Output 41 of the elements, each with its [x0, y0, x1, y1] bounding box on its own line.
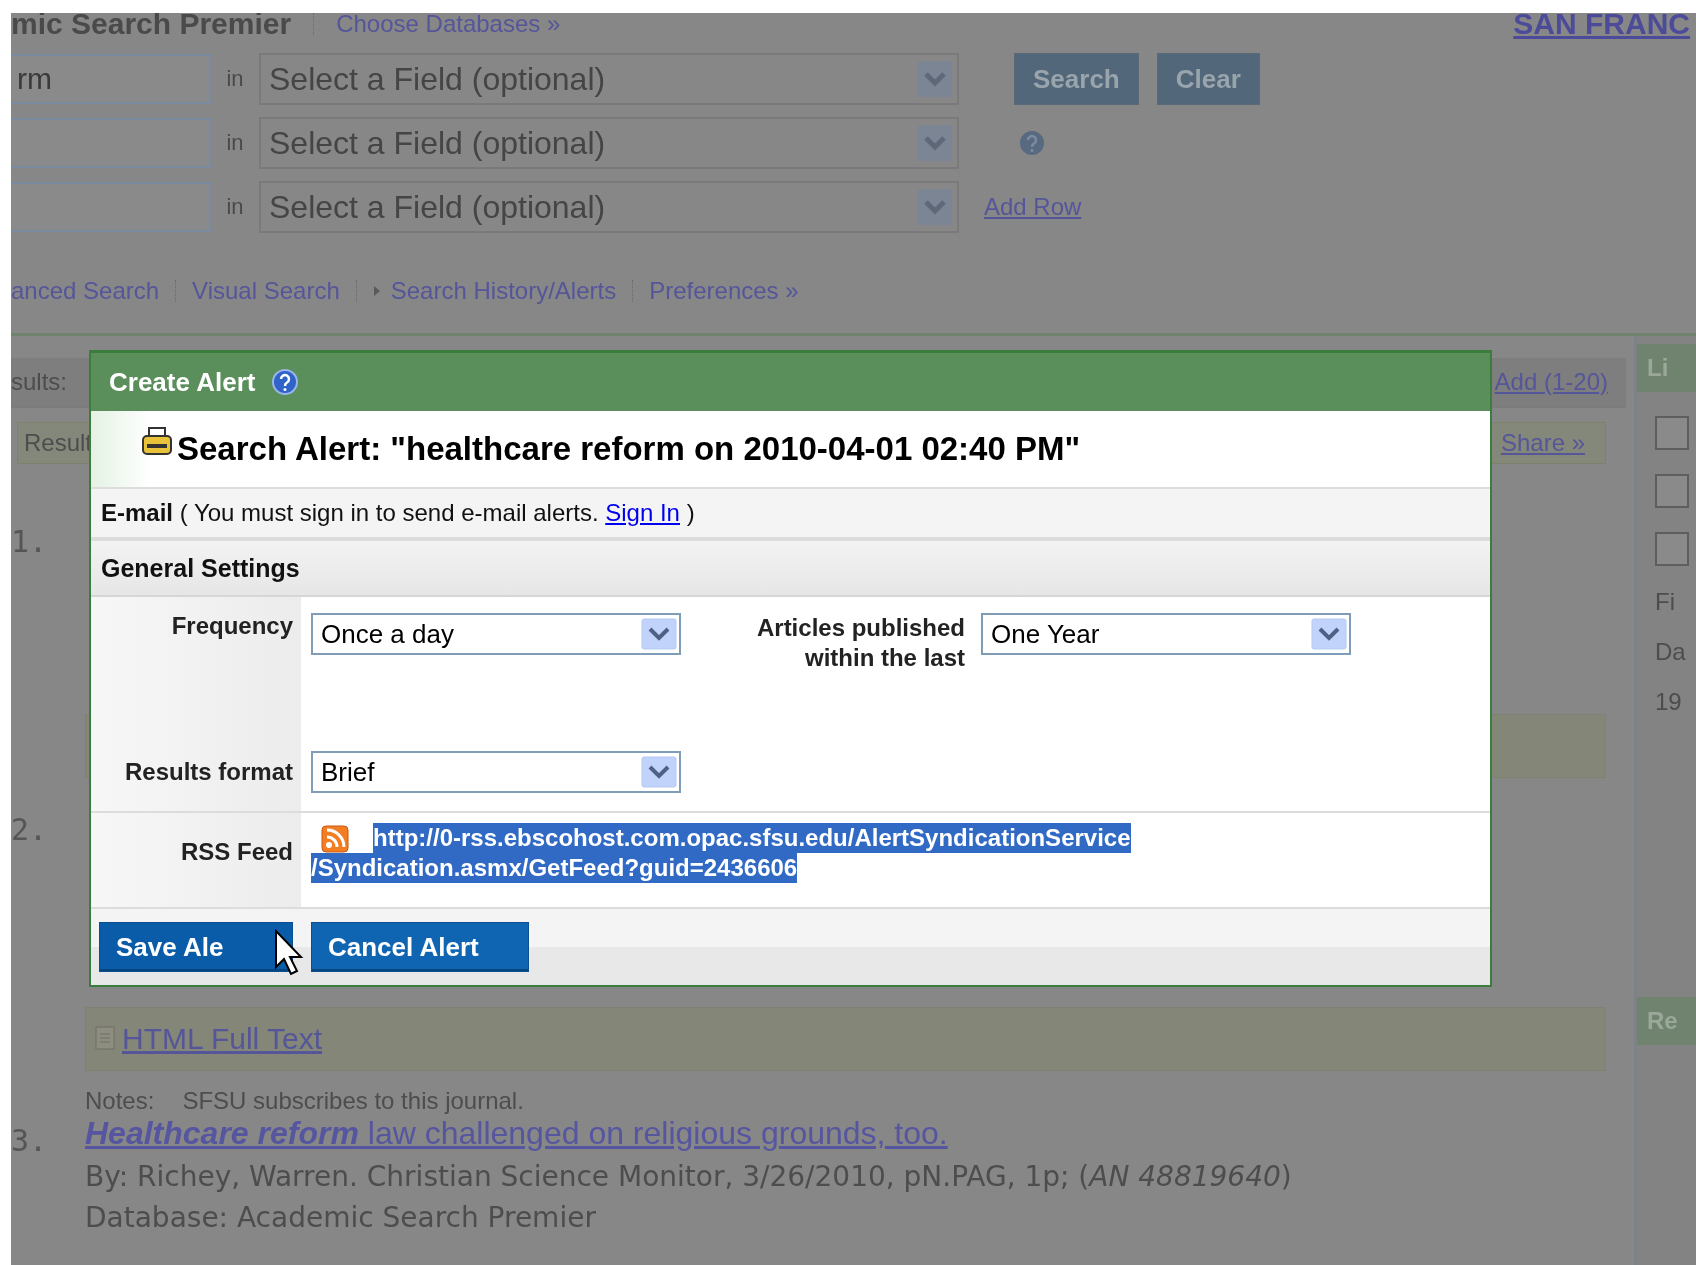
- notes-label: Notes:: [85, 1087, 155, 1115]
- field-label: Results format: [124, 758, 293, 785]
- database-text: Database: Academic Search Premier: [85, 1201, 597, 1234]
- dropdown-field[interactable]: Once a day: [311, 613, 681, 655]
- checkbox[interactable]: [1655, 532, 1689, 566]
- checkbox[interactable]: [1655, 474, 1689, 508]
- database-title: mic Search Premier: [11, 13, 292, 41]
- arrow-icon: [372, 285, 381, 297]
- search-term-field[interactable]: [11, 118, 211, 168]
- search-button[interactable]: Search: [1014, 53, 1139, 105]
- field-dropdown[interactable]: Select a Field (optional): [259, 181, 959, 233]
- field-label: Articles published within the last: [756, 614, 965, 671]
- section-heading: General Settings: [91, 541, 1490, 597]
- clear-button[interactable]: Clear: [1156, 53, 1260, 105]
- dropdown-field[interactable]: One Year: [981, 613, 1351, 655]
- institution-link[interactable]: SAN FRANC: [1513, 13, 1690, 41]
- document-icon: [94, 1025, 118, 1053]
- field-label: RSS Feed: [180, 838, 293, 865]
- feed-url[interactable]: http://0-rss.ebscohost.com.opac.sfsu.edu/AlertSyndicationService /Syndication.asmx/GetFeed?guid=2436606: [311, 813, 1131, 883]
- toolbar-label: Result: [24, 429, 93, 457]
- dropdown-field[interactable]: Brief: [311, 751, 681, 793]
- mouse-cursor-icon: [274, 929, 304, 977]
- help-icon[interactable]: [271, 368, 300, 396]
- rss-icon: [321, 825, 349, 853]
- search-term-field[interactable]: rm: [11, 54, 211, 104]
- sign-in-link[interactable]: Sign In: [605, 499, 680, 526]
- field-label: Frequency: [171, 612, 293, 639]
- field-dropdown[interactable]: Select a Field (optional): [259, 53, 959, 105]
- printer-icon: [141, 426, 173, 458]
- article-byline: By: Richey, Warren. Christian Science Monitor, 3/26/2010, pN.PAG, 1p; (AN 48819640): [85, 1160, 1293, 1193]
- email-notice: E-mail ( You must sign in to send e-mail alerts. Sign In ): [101, 499, 695, 527]
- in-label: in: [225, 130, 245, 156]
- in-label: in: [225, 66, 245, 92]
- cancel-alert-button[interactable]: Cancel Alert: [311, 922, 529, 972]
- search-term-field[interactable]: [11, 182, 211, 232]
- in-label: in: [225, 194, 245, 220]
- notes-text: SFSU subscribes to this journal.: [182, 1087, 524, 1115]
- alert-title: Search Alert: "healthcare reform on 2010-04-01 02:40 PM": [177, 430, 1081, 468]
- checkbox[interactable]: [1655, 416, 1689, 450]
- field-dropdown[interactable]: Select a Field (optional): [259, 117, 959, 169]
- dialog-title: Create Alert: [109, 366, 256, 398]
